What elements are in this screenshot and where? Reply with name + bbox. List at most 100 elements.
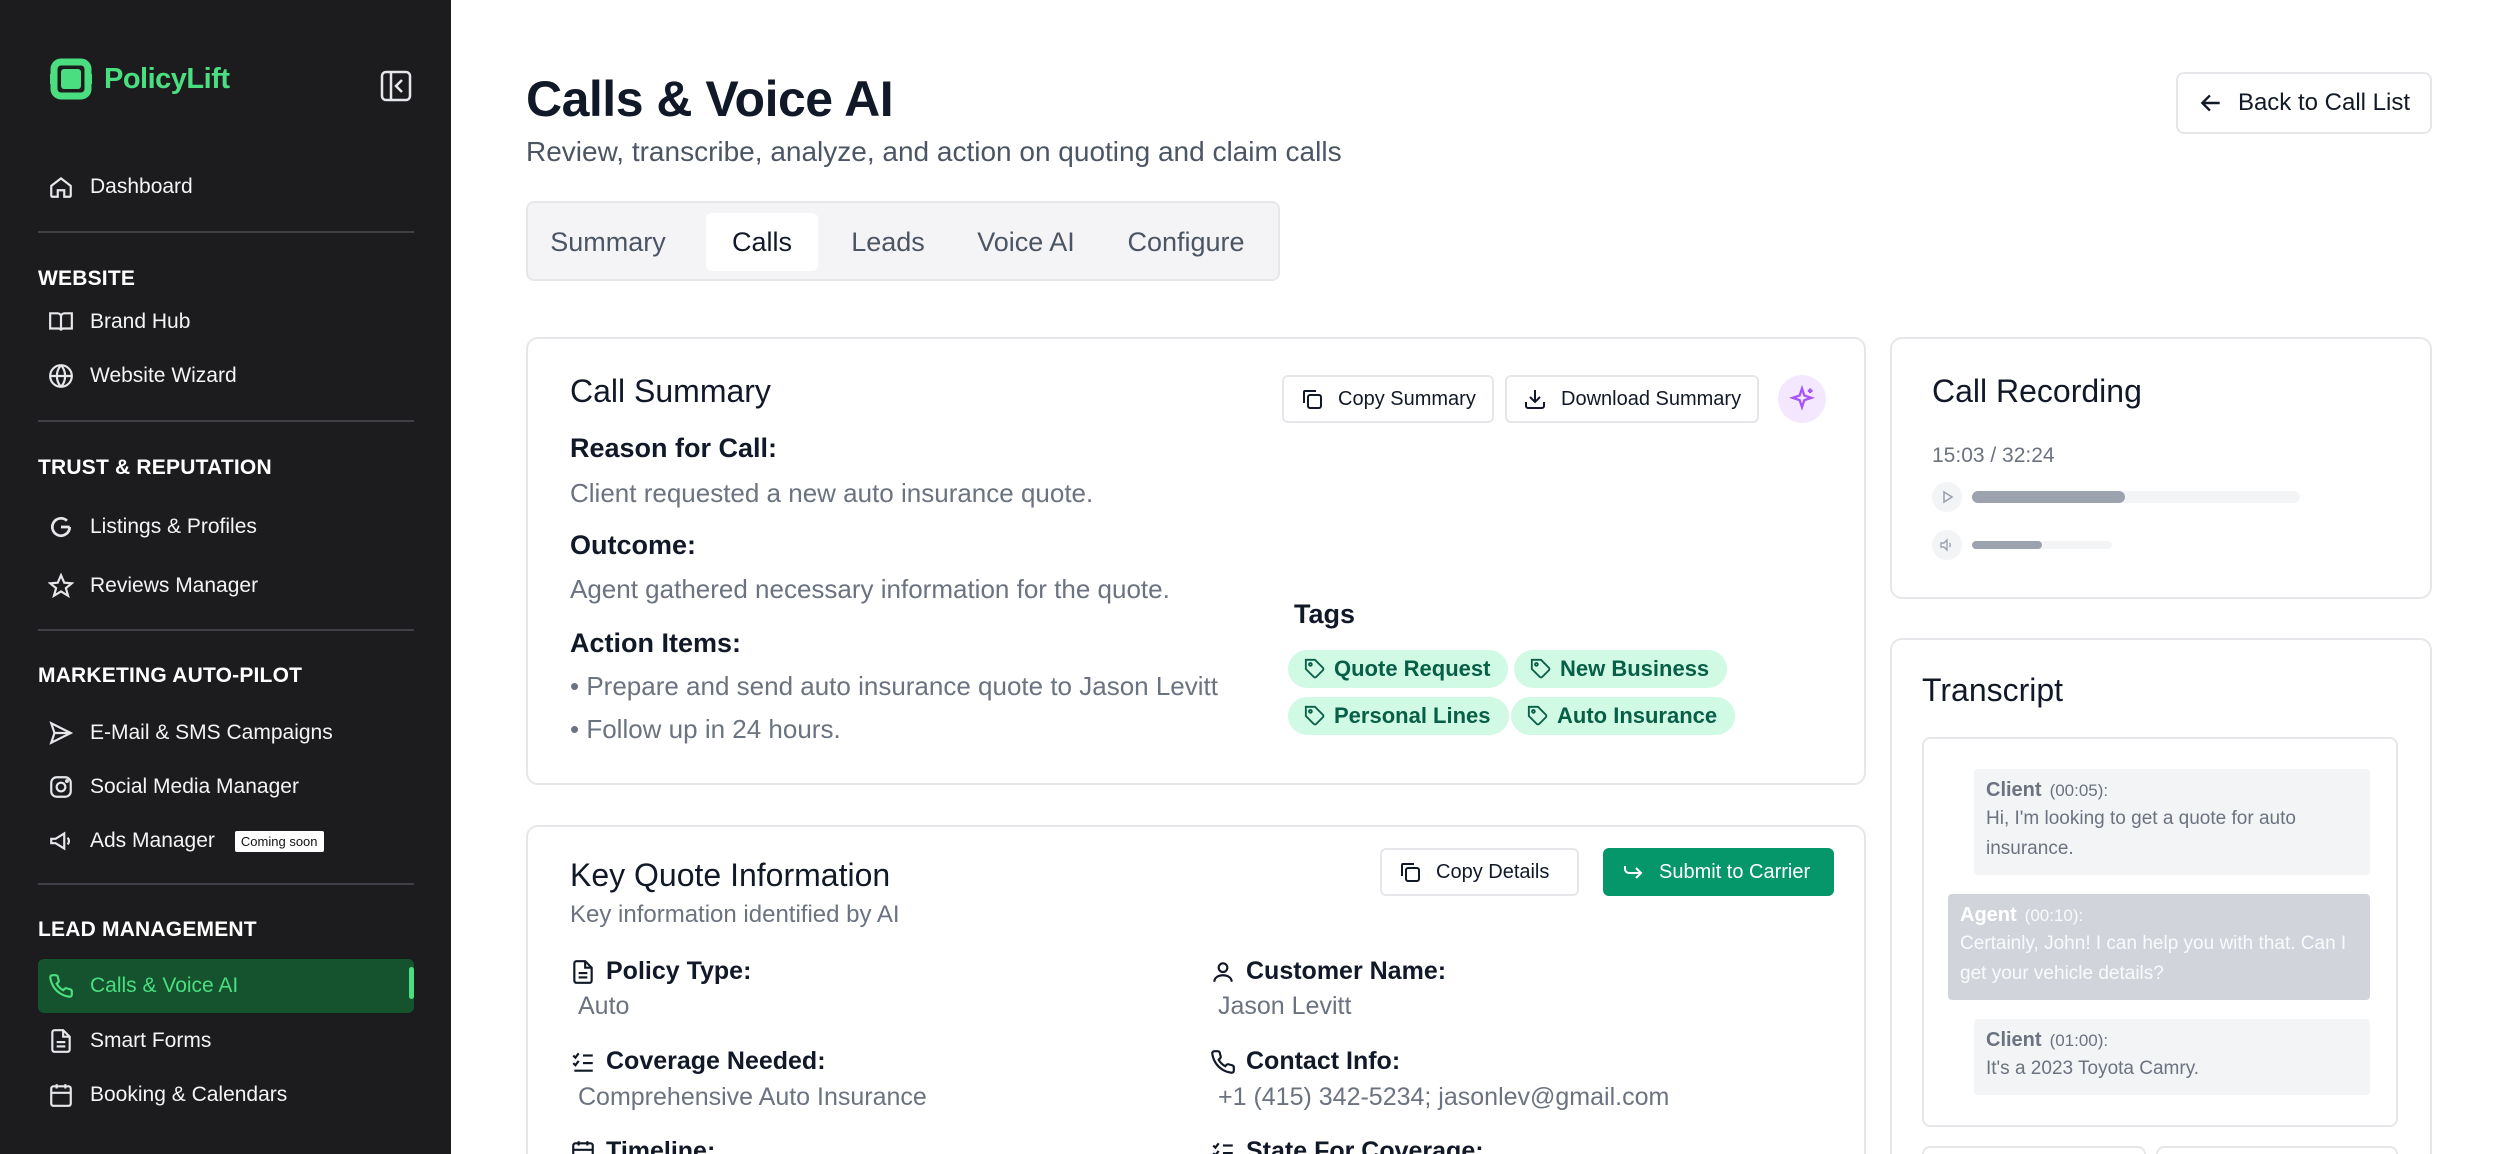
reason-text: Client requested a new auto insurance qu… (570, 478, 1094, 508)
sidebar-item-website-wizard[interactable]: Website Wizard (38, 352, 414, 400)
tag-chip[interactable]: Auto Insurance (1511, 697, 1736, 735)
phone-icon (49, 974, 73, 998)
key-quote-card: Key Quote Information Key information id… (526, 825, 1866, 1154)
sidebar-item-label: Website Wizard (90, 364, 237, 387)
copy-summary-button[interactable]: Copy Summary (1282, 375, 1494, 423)
tab-leads[interactable]: Leads (838, 213, 938, 271)
tag-chip[interactable]: Personal Lines (1288, 697, 1509, 735)
tag-icon (1304, 705, 1325, 726)
checklist-icon (572, 1052, 593, 1072)
copy-icon (1401, 863, 1420, 882)
logo-icon (50, 58, 92, 100)
tag-label: New Business (1560, 656, 1710, 681)
sidebar-item-social[interactable]: Social Media Manager (38, 763, 414, 811)
submit-to-carrier-button[interactable]: Submit to Carrier (1603, 848, 1835, 896)
policy-type-label: Policy Type: (570, 957, 751, 986)
coverage-value: Comprehensive Auto Insurance (578, 1083, 927, 1111)
divider (38, 629, 414, 631)
copy-details-label: Copy Details (1436, 860, 1550, 883)
playback-progress-bar[interactable] (1972, 491, 2300, 503)
book-icon (49, 312, 73, 331)
sidebar-item-booking[interactable]: Booking & Calendars (38, 1071, 414, 1119)
copy-summary-label: Copy Summary (1338, 387, 1476, 410)
sparkle-icon (1788, 385, 1816, 411)
call-recording-title: Call Recording (1932, 373, 2142, 409)
megaphone-icon (50, 831, 70, 851)
globe-icon (49, 364, 73, 388)
recording-time: 15:03 / 32:24 (1932, 444, 2055, 467)
ai-assist-button[interactable] (1778, 375, 1826, 423)
document-icon (51, 1029, 71, 1053)
state-label-text: State For Coverage: (1246, 1137, 1484, 1154)
play-button[interactable] (1932, 482, 1962, 512)
timeline-label: Timeline: (570, 1137, 715, 1154)
sidebar-item-brand-hub[interactable]: Brand Hub (38, 298, 414, 346)
sidebar-item-label: Smart Forms (90, 1029, 212, 1052)
sidebar-item-ads[interactable]: Ads Manager Coming soon (38, 817, 414, 865)
tab-bar: Summary Calls Leads Voice AI Configure (526, 201, 1280, 281)
page-subtitle: Review, transcribe, analyze, and action … (526, 136, 1342, 167)
action-item: • Prepare and send auto insurance quote … (570, 671, 1218, 701)
sidebar-item-reviews[interactable]: Reviews Manager (38, 562, 414, 610)
tag-chip[interactable]: Quote Request (1288, 650, 1509, 688)
contact-value: +1 (415) 342-5234; jasonlev@gmail.com (1218, 1083, 1670, 1111)
transcript-scroll-area[interactable]: Client (00:05): Hi, I'm looking to get a … (1922, 737, 2398, 1127)
tag-label: Auto Insurance (1557, 703, 1718, 728)
play-icon (1943, 490, 1954, 504)
volume-icon (1940, 538, 1951, 552)
tag-chip[interactable]: New Business (1514, 650, 1728, 688)
google-icon (51, 517, 72, 538)
customer-name-label-text: Customer Name: (1246, 957, 1447, 985)
transcript-action-stub[interactable] (2156, 1146, 2398, 1154)
section-trust: TRUST & REPUTATION (38, 456, 272, 479)
sidebar-collapse-icon[interactable] (380, 70, 412, 102)
reason-label: Reason for Call: (570, 433, 778, 463)
checklist-icon (1212, 1142, 1233, 1154)
sidebar-item-calls[interactable]: Calls & Voice AI (38, 959, 414, 1013)
divider (38, 883, 414, 885)
transcript-action-stub[interactable] (1922, 1146, 2146, 1154)
transcript-title: Transcript (1922, 672, 2064, 708)
sidebar-item-dashboard[interactable]: Dashboard (38, 163, 414, 211)
app-name: PolicyLift (104, 62, 230, 95)
submit-label: Submit to Carrier (1659, 860, 1811, 883)
divider (38, 231, 414, 233)
message-text: Certainly, John! I can help you with tha… (1960, 933, 2347, 984)
sidebar-item-label: Dashboard (90, 175, 193, 198)
volume-button[interactable] (1932, 530, 1962, 560)
tab-calls[interactable]: Calls (706, 213, 818, 271)
sidebar-item-listings[interactable]: Listings & Profiles (38, 503, 414, 551)
section-website: WEBSITE (38, 267, 136, 290)
customer-name-value: Jason Levitt (1218, 992, 1352, 1020)
calendar-icon (572, 1140, 594, 1154)
coverage-needed-label: Coverage Needed: (570, 1047, 826, 1076)
download-summary-button[interactable]: Download Summary (1505, 375, 1760, 423)
tab-configure[interactable]: Configure (1116, 213, 1256, 271)
coverage-label-text: Coverage Needed: (606, 1047, 826, 1075)
phone-icon (1211, 1049, 1235, 1074)
copy-details-button[interactable]: Copy Details (1380, 848, 1580, 896)
speaker-name: Agent (1960, 904, 2017, 926)
playback-progress-fill (1972, 491, 2125, 503)
sidebar-item-label: Listings & Profiles (90, 515, 257, 538)
sidebar-item-smart-forms[interactable]: Smart Forms (38, 1017, 414, 1065)
app-logo[interactable]: PolicyLift (48, 56, 230, 102)
sidebar-item-label: Reviews Manager (90, 574, 259, 597)
sidebar-item-campaigns[interactable]: E-Mail & SMS Campaigns (38, 709, 414, 757)
tab-summary[interactable]: Summary (548, 213, 668, 271)
back-to-call-list-button[interactable]: Back to Call List (2176, 72, 2432, 134)
message-timestamp: (00:10): (2024, 906, 2084, 925)
sidebar-item-label: Booking & Calendars (90, 1083, 288, 1106)
speaker-name: Client (1986, 779, 2042, 801)
section-marketing: MARKETING AUTO-PILOT (38, 664, 303, 687)
action-items-label: Action Items: (570, 628, 742, 658)
active-indicator (409, 967, 414, 999)
volume-row (1932, 530, 2112, 560)
volume-slider[interactable] (1972, 541, 2112, 549)
download-icon (1525, 390, 1545, 409)
tab-voice-ai[interactable]: Voice AI (966, 213, 1086, 271)
transcript-message-client: Client (00:05): Hi, I'm looking to get a … (1974, 769, 2370, 875)
page-title: Calls & Voice AI (526, 71, 894, 127)
back-button-label: Back to Call List (2237, 89, 2411, 116)
send-icon (49, 721, 74, 745)
